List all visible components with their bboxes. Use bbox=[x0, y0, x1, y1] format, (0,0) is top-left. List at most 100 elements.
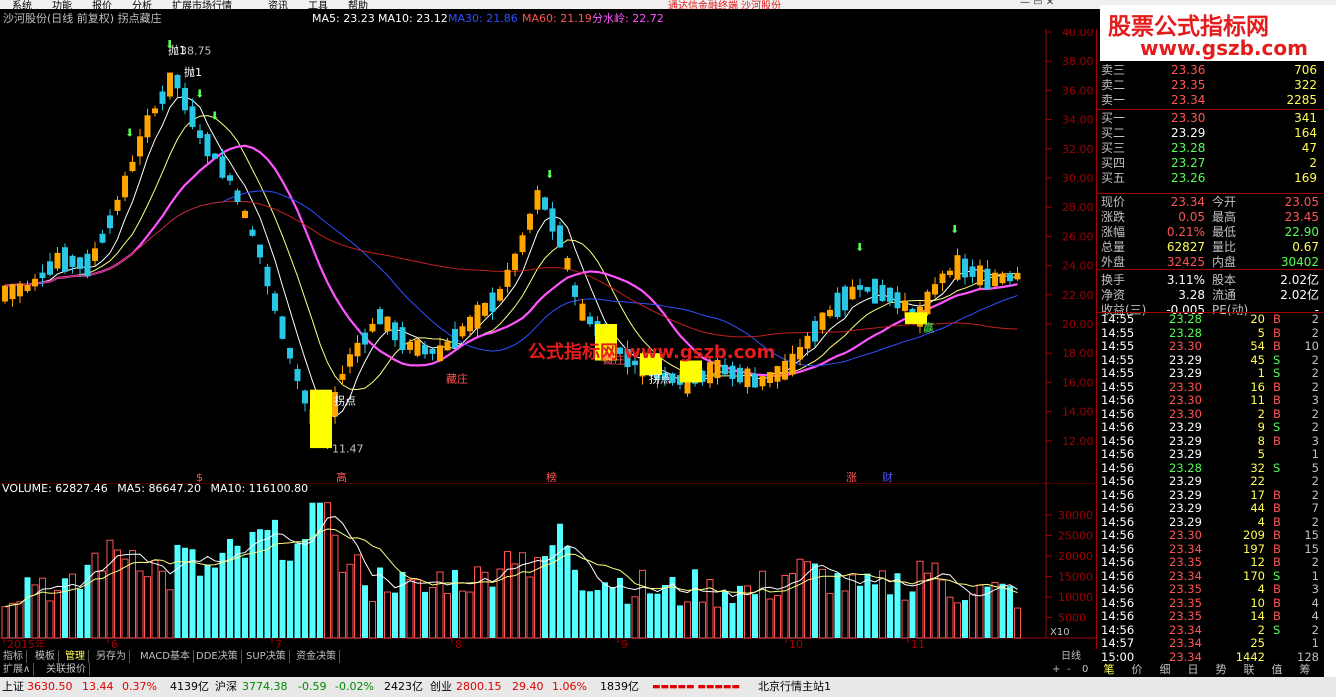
tick-row[interactable]: 14:56 23.29 4 B 2 bbox=[1097, 515, 1325, 530]
tick-row[interactable]: 14:56 23.34 2 S 2 bbox=[1097, 623, 1325, 638]
panel-tab-price[interactable]: 价 bbox=[1124, 662, 1150, 677]
tick-row[interactable]: 14:56 23.35 14 B 4 bbox=[1097, 609, 1325, 624]
tick-time: 14:55 bbox=[1101, 325, 1135, 340]
tab-sup[interactable]: SUP决策 bbox=[243, 650, 290, 663]
panel-tab-chips[interactable]: 筹 bbox=[1292, 662, 1318, 677]
volume-bar bbox=[212, 567, 218, 638]
panel-tab-related[interactable]: 联 bbox=[1236, 662, 1262, 677]
tick-count: 2 bbox=[1311, 555, 1319, 569]
ma5-label: MA5: 23.23 bbox=[312, 12, 375, 25]
tick-row[interactable]: 14:55 23.29 45 S 2 bbox=[1097, 353, 1325, 368]
stat-label: 总量 bbox=[1101, 240, 1126, 254]
stat-value: 0.21% bbox=[1166, 225, 1205, 239]
tick-row[interactable]: 14:56 23.30 11 B 3 bbox=[1097, 393, 1325, 408]
tick-row[interactable]: 14:56 23.29 5 1 bbox=[1097, 447, 1325, 462]
volume-bar bbox=[114, 549, 121, 639]
volume-bar bbox=[414, 579, 421, 639]
candlestick-chart[interactable]: 40.00 38.00 36.00 34.00 32.00 30.00 28.00 26.00… bbox=[0, 29, 1096, 483]
stat-row: 外盘 32425 内盘 30402 bbox=[1097, 255, 1325, 270]
candle-body bbox=[272, 293, 278, 311]
zoom-in-button[interactable]: + bbox=[1049, 663, 1063, 676]
tick-row[interactable]: 14:57 23.34 25 1 bbox=[1097, 636, 1325, 651]
order-book-row[interactable]: 买五 23.26 169 bbox=[1097, 171, 1325, 186]
tab-expand[interactable]: 扩展∧ bbox=[0, 663, 35, 676]
menu-help[interactable]: 帮助 bbox=[348, 0, 368, 9]
order-book-row[interactable]: 买四 23.27 2 bbox=[1097, 156, 1325, 171]
order-book-row[interactable]: 买一 23.30 341 bbox=[1097, 111, 1325, 126]
order-book-row[interactable]: 卖二 23.35 322 bbox=[1097, 78, 1325, 93]
candle-body bbox=[474, 304, 481, 329]
panel-tab-trend[interactable]: 势 bbox=[1208, 662, 1234, 677]
candle-body bbox=[782, 360, 788, 380]
price-tick-label: 22.00 bbox=[1062, 289, 1094, 302]
tab-manage[interactable]: 管理 bbox=[62, 650, 89, 663]
window-controls[interactable]: — ▭ ✕ bbox=[1020, 0, 1054, 8]
arrow-down-icon: ⬇ bbox=[545, 168, 554, 181]
zoom-out-button[interactable]: - bbox=[1064, 663, 1074, 676]
tick-row[interactable]: 14:56 23.35 10 B 4 bbox=[1097, 596, 1325, 611]
panel-tab-value[interactable]: 值 bbox=[1264, 662, 1290, 677]
tick-row[interactable]: 14:56 23.30 209 B 15 bbox=[1097, 528, 1325, 543]
volume-bar bbox=[504, 551, 511, 639]
tick-row[interactable]: 14:56 23.30 2 B 2 bbox=[1097, 407, 1325, 422]
cy-index-label[interactable]: 创业 bbox=[430, 677, 452, 697]
order-price: 23.34 bbox=[1171, 93, 1206, 107]
period-label[interactable]: 日线 bbox=[1058, 650, 1084, 663]
extension-tabs: 扩展∧ 关联报价 + - 0 bbox=[0, 663, 1088, 676]
panel-tab-daily[interactable]: 日 bbox=[1180, 662, 1206, 677]
tab-related-quote[interactable]: 关联报价 bbox=[43, 663, 90, 676]
chart-annotation: 榜 bbox=[546, 470, 557, 483]
menu-extended-market[interactable]: 扩展市场行情 bbox=[172, 0, 232, 9]
menu-info[interactable]: 资讯 bbox=[268, 0, 288, 9]
tick-row[interactable]: 14:56 23.29 9 S 2 bbox=[1097, 420, 1325, 435]
candle-body bbox=[264, 266, 271, 287]
tick-row[interactable]: 14:56 23.28 32 S 5 bbox=[1097, 461, 1325, 476]
sh-index-label[interactable]: 上证 bbox=[2, 677, 24, 697]
candle-body bbox=[842, 286, 848, 311]
menu-system[interactable]: 系统 bbox=[12, 0, 32, 9]
menu-tools[interactable]: 工具 bbox=[308, 0, 328, 9]
tab-macd[interactable]: MACD基本 bbox=[137, 650, 194, 663]
panel-tab-trades[interactable]: 笔 bbox=[1096, 662, 1122, 677]
tick-row[interactable]: 14:56 23.29 8 B 3 bbox=[1097, 434, 1325, 449]
candle-body bbox=[174, 74, 181, 89]
order-book-row[interactable]: 卖一 23.34 2285 bbox=[1097, 93, 1325, 108]
tab-template[interactable]: 模板 bbox=[32, 650, 59, 663]
tick-row[interactable]: 14:56 23.34 197 B 15 bbox=[1097, 542, 1325, 557]
volume-chart[interactable]: 30000 25000 20000 15000 10000 5000 2015年 6 7 8 9 1… bbox=[0, 483, 1096, 650]
panel-tab-detail[interactable]: 细 bbox=[1152, 662, 1178, 677]
menu-function[interactable]: 功能 bbox=[52, 0, 72, 9]
stat-label: 外盘 bbox=[1101, 255, 1126, 269]
menu-quote[interactable]: 报价 bbox=[92, 0, 112, 9]
tab-save-as[interactable]: 另存为 bbox=[93, 650, 130, 663]
tick-row[interactable]: 14:55 23.30 16 B 2 bbox=[1097, 380, 1325, 395]
tick-row[interactable]: 14:56 23.29 22 2 bbox=[1097, 474, 1325, 489]
tick-volume: 170 bbox=[1243, 568, 1265, 583]
order-book-row[interactable]: 买三 23.28 47 bbox=[1097, 141, 1325, 156]
order-book-row[interactable]: 卖三 23.36 706 bbox=[1097, 63, 1325, 78]
candle-body bbox=[242, 210, 248, 219]
tick-row[interactable]: 14:56 23.35 12 B 2 bbox=[1097, 555, 1325, 570]
right-scroll-strip[interactable] bbox=[1324, 9, 1336, 677]
server-status[interactable]: 北京行情主站1 bbox=[758, 677, 831, 697]
order-book-row[interactable]: 买二 23.29 164 bbox=[1097, 126, 1325, 141]
tick-row[interactable]: 14:56 23.29 44 B 7 bbox=[1097, 501, 1325, 516]
tick-row[interactable]: 14:55 23.28 20 B 2 bbox=[1097, 312, 1325, 327]
stat-value: 32425 bbox=[1166, 255, 1205, 269]
candle-body bbox=[1014, 272, 1021, 280]
zoom-reset-button[interactable]: 0 bbox=[1079, 663, 1091, 676]
volume-bar bbox=[99, 570, 106, 639]
order-volume: 169 bbox=[1294, 171, 1317, 185]
tick-row[interactable]: 14:55 23.30 54 B 10 bbox=[1097, 339, 1325, 354]
volume-bar bbox=[197, 575, 203, 638]
sz-index-label[interactable]: 沪深 bbox=[215, 677, 237, 697]
tick-row[interactable]: 14:56 23.35 4 B 3 bbox=[1097, 582, 1325, 597]
tick-row[interactable]: 14:56 23.29 17 B 2 bbox=[1097, 488, 1325, 503]
menu-analysis[interactable]: 分析 bbox=[132, 0, 152, 9]
tab-fund[interactable]: 资金决策 bbox=[293, 650, 340, 663]
tab-indicator[interactable]: 指标 bbox=[0, 650, 27, 663]
tick-row[interactable]: 14:55 23.29 1 S 2 bbox=[1097, 366, 1325, 381]
tick-row[interactable]: 14:56 23.34 170 S 1 bbox=[1097, 568, 1325, 584]
tab-dde[interactable]: DDE决策 bbox=[193, 650, 242, 663]
tick-row[interactable]: 14:55 23.28 5 B 2 bbox=[1097, 325, 1325, 341]
